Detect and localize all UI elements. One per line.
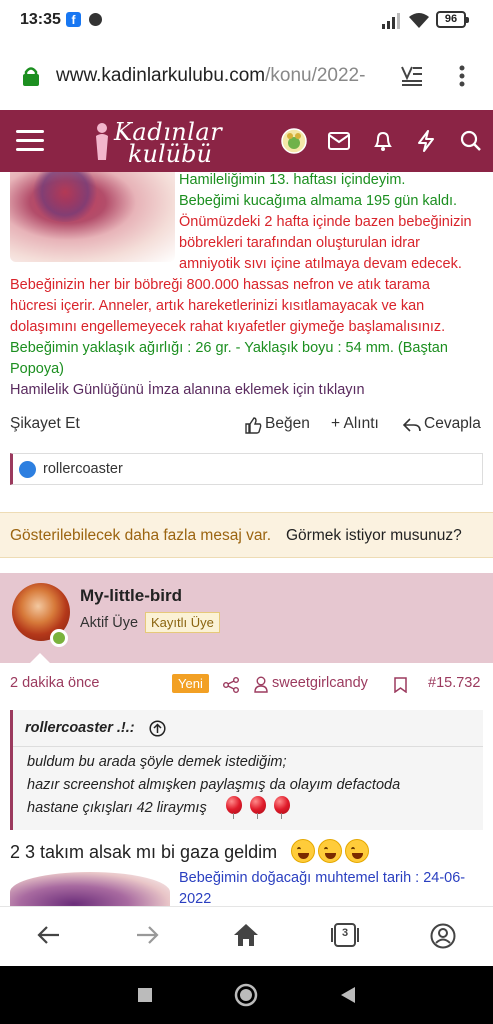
signature-line: Popoya) [10, 361, 65, 377]
signature-line: amniyotik sıvı içine atılmaya devam edec… [179, 256, 462, 272]
signature-line: Hamileliğimin 13. haftası içindeyim. [179, 172, 406, 188]
user-avatar-icon[interactable] [281, 128, 307, 154]
tears-of-joy-emoji-icon [318, 839, 342, 863]
tabs-button[interactable]: 3 [330, 922, 360, 948]
quote-block: rollercoaster .!.: buldum bu arada şöyle… [10, 710, 483, 830]
arrow-up-circle-icon[interactable] [149, 720, 166, 737]
user-icon [254, 676, 268, 693]
pregnancy-ticker-image [10, 872, 170, 906]
report-button[interactable]: Şikayet Et [10, 415, 80, 433]
signature-line: 2022 [179, 891, 212, 906]
show-more-link[interactable]: Görmek istiyor musunuz? [286, 527, 462, 545]
forward-arrow-icon[interactable] [135, 923, 159, 947]
more-messages-notice: Gösterilebilecek daha fazla mesaj var. G… [0, 512, 493, 558]
signature-line: Bebeğimin doğacağı muhtemel tarih : 24-0… [179, 870, 466, 886]
facebook-notification-icon: f [66, 12, 81, 27]
new-badge: Yeni [172, 674, 209, 693]
balloon-emoji-icon [226, 796, 242, 819]
balloon-emoji-icon [274, 796, 290, 819]
thumbs-up-icon [245, 417, 262, 434]
search-icon[interactable] [460, 130, 482, 152]
quote-author[interactable]: rollercoaster .!.: [25, 720, 135, 736]
reader-mode-icon[interactable] [400, 64, 424, 86]
author-title: Aktif Üye [80, 615, 139, 631]
signature-line: Bebeğinizin her bir böbreği 800.000 hass… [10, 277, 430, 293]
back-arrow-icon[interactable] [37, 923, 61, 947]
bookmark-icon[interactable] [394, 677, 407, 693]
logo-line2: kulübü [128, 140, 212, 168]
browser-address-bar[interactable]: www.kadinlarkulubu.com/konu/2022- [0, 42, 493, 110]
like-reaction-icon [19, 461, 36, 478]
mentioned-user[interactable]: sweetgirlcandy [272, 675, 368, 691]
tears-of-joy-emoji-icon [345, 839, 369, 863]
status-time: 13:35 [20, 11, 61, 28]
browser-bottom-nav: 3 [0, 906, 493, 966]
like-button[interactable]: Beğen [265, 415, 310, 433]
pregnancy-ticker-image [10, 172, 175, 262]
status-bar: 13:35 f 96 [0, 0, 493, 42]
post-author-box: My-little-bird Aktif Üye Kayıtlı Üye [0, 573, 493, 663]
author-username[interactable]: My-little-bird [80, 586, 182, 606]
signature-line: Önümüzdeki 2 hafta içinde bazen bebeğini… [179, 214, 472, 230]
inbox-icon[interactable] [328, 132, 350, 150]
signature-diary-link[interactable]: Hamilelik Günlüğünü İmza alanına eklemek… [10, 380, 365, 401]
post-number[interactable]: #15.732 [428, 675, 480, 691]
quote-line: hazır screenshot almışken paylaşmış da o… [27, 777, 401, 793]
hamburger-menu-icon[interactable] [16, 130, 44, 152]
lock-icon [23, 67, 39, 86]
balloon-emoji-icon [250, 796, 266, 819]
author-badge: Kayıtlı Üye [145, 612, 220, 633]
tab-count: 3 [341, 927, 349, 939]
online-status-icon [50, 629, 68, 647]
signature-line: Bebeğimin yaklaşık ağırlığı : 26 gr. - Y… [10, 340, 448, 356]
url-path: /konu/2022- [265, 65, 366, 86]
notice-text: Gösterilebilecek daha fazla mesaj var. [10, 527, 272, 544]
signature-line: hücresi içerir. Anneler, artık hareketle… [10, 298, 425, 314]
signal-icon [382, 13, 400, 29]
share-icon[interactable] [223, 677, 239, 693]
wifi-icon [409, 13, 429, 28]
author-box-notch [30, 653, 50, 663]
system-navigation-bar [0, 966, 493, 1024]
quote-button[interactable]: + Alıntı [331, 415, 379, 433]
home-circle-icon[interactable] [234, 983, 258, 1007]
home-icon[interactable] [233, 923, 259, 947]
tears-of-joy-emoji-icon [291, 839, 315, 863]
signature-line: dolaşımını engellemeyecek rahat kıyafetl… [10, 319, 446, 335]
reply-arrow-icon [403, 418, 421, 432]
quote-line: hastane çıkışları 42 liraymış [27, 800, 207, 816]
battery-icon: 96 [436, 11, 469, 28]
back-triangle-icon[interactable] [340, 986, 356, 1004]
bell-icon[interactable] [373, 130, 393, 152]
post-message: 2 3 takım alsak mı bi gaza geldim [10, 842, 278, 862]
thread-content: Hamileliğimin 13. haftası içindeyim. Beb… [0, 172, 493, 906]
url-text[interactable]: www.kadinlarkulubu.com/konu/2022- [56, 65, 388, 87]
url-domain: www.kadinlarkulubu.com [56, 65, 266, 86]
quote-line: buldum bu arada şöyle demek istediğim; [27, 754, 287, 770]
signature-line: böbrekleri tarafından oluşturulan idrar [179, 235, 420, 251]
reaction-username[interactable]: rollercoaster [43, 461, 123, 477]
logo-figure-icon [96, 123, 108, 160]
more-options-icon[interactable] [452, 64, 472, 88]
lightning-icon[interactable] [417, 130, 435, 152]
account-icon[interactable] [430, 923, 456, 949]
reactions-bar[interactable]: rollercoaster [10, 453, 483, 485]
site-header: Kadınlar kulübü [0, 110, 493, 172]
post-time[interactable]: 2 dakika önce [10, 675, 99, 691]
notification-dot-icon [89, 13, 102, 26]
recents-icon[interactable] [138, 988, 152, 1002]
reply-button[interactable]: Cevapla [424, 415, 481, 433]
site-logo[interactable]: Kadınlar kulübü [92, 116, 222, 168]
signature-line: Bebeğimi kucağıma almama 195 gün kaldı. [179, 193, 458, 209]
